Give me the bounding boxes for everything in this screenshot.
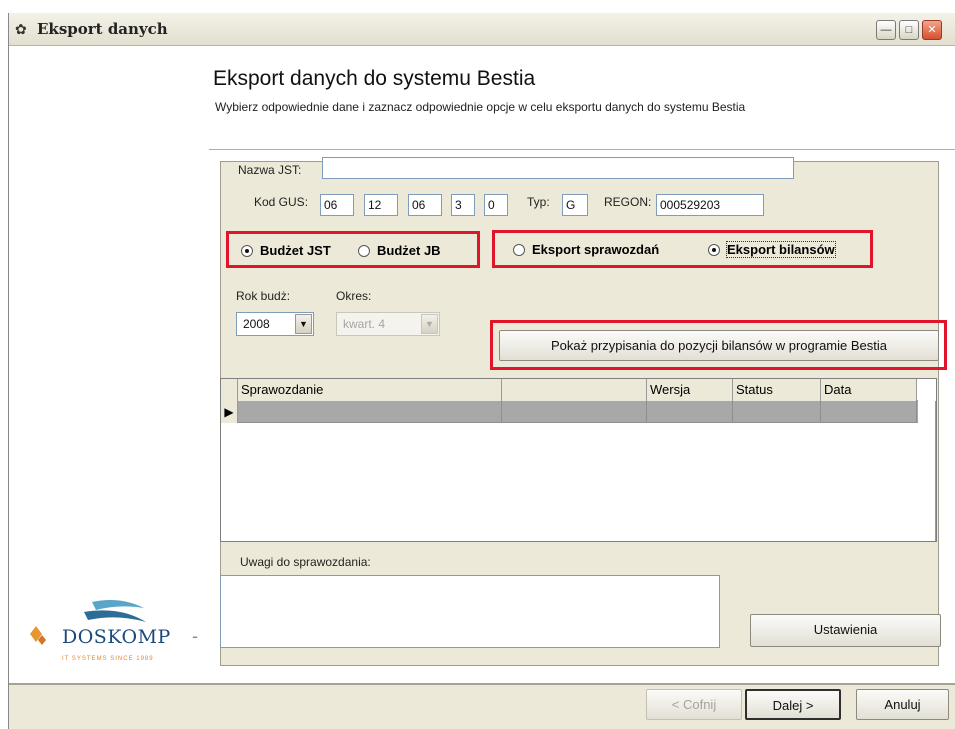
radio-unselected-icon bbox=[358, 244, 370, 257]
window-title: Eksport danych bbox=[37, 20, 168, 38]
okres-label: Okres: bbox=[336, 289, 372, 303]
radio-unselected-icon bbox=[513, 243, 525, 256]
notes-label: Uwagi do sprawozdania: bbox=[240, 555, 371, 569]
column-header-status[interactable]: Status bbox=[733, 379, 821, 401]
rok-budz-select[interactable]: 2008 ▼ bbox=[236, 312, 314, 336]
typ-label: Typ: bbox=[527, 195, 550, 209]
table-cell[interactable] bbox=[821, 401, 917, 423]
table-cell[interactable] bbox=[238, 401, 502, 423]
budzet-jst-label: Budżet JST bbox=[260, 243, 331, 258]
column-header-blank[interactable] bbox=[502, 379, 647, 401]
table-cell[interactable] bbox=[733, 401, 821, 423]
maximize-button[interactable]: □ bbox=[899, 20, 919, 40]
rok-budz-value: 2008 bbox=[243, 317, 270, 331]
rok-budz-label: Rok budż: bbox=[236, 289, 291, 303]
regon-label: REGON: bbox=[604, 195, 652, 209]
column-header-data[interactable]: Data bbox=[821, 379, 917, 401]
table-cell[interactable] bbox=[647, 401, 733, 423]
cancel-button[interactable]: Anuluj bbox=[856, 689, 949, 720]
nazwa-jst-label: Nazwa JST: bbox=[238, 163, 302, 177]
radio-selected-icon bbox=[708, 243, 720, 256]
page-subtitle: Wybierz odpowiednie dane i zaznacz odpow… bbox=[215, 100, 746, 114]
regon-field[interactable]: 000529203 bbox=[656, 194, 764, 216]
show-mapping-button[interactable]: Pokaż przypisania do pozycji bilansów w … bbox=[499, 330, 939, 361]
close-button[interactable]: ✕ bbox=[922, 20, 942, 40]
footer-divider bbox=[9, 683, 955, 685]
nazwa-jst-field[interactable] bbox=[322, 157, 794, 179]
kod-gus-field-1[interactable]: 06 bbox=[320, 194, 354, 216]
table-scrollbar[interactable] bbox=[935, 401, 936, 541]
kod-gus-field-3[interactable]: 06 bbox=[408, 194, 442, 216]
radio-selected-icon bbox=[241, 244, 253, 257]
table-cell[interactable] bbox=[502, 401, 647, 423]
table-row[interactable]: ▶ bbox=[221, 401, 918, 423]
okres-select: kwart. 4 ▼ bbox=[336, 312, 440, 336]
eksport-bilansow-label: Eksport bilansów bbox=[726, 241, 836, 258]
minimize-button[interactable]: — bbox=[876, 20, 896, 40]
doskomp-logo: DOSKOMP - IT SYSTEMS SINCE 1989 bbox=[22, 596, 198, 674]
logo-wordmark: DOSKOMP bbox=[62, 626, 171, 648]
settings-button[interactable]: Ustawienia bbox=[750, 614, 941, 647]
kod-gus-field-5[interactable]: 0 bbox=[484, 194, 508, 216]
typ-field[interactable]: G bbox=[562, 194, 588, 216]
logo-tagline: IT SYSTEMS SINCE 1989 bbox=[62, 656, 154, 662]
notes-textarea[interactable] bbox=[220, 575, 720, 648]
table-header: Sprawozdanie Wersja Status Data bbox=[221, 379, 918, 401]
row-indicator-header bbox=[221, 379, 238, 401]
budzet-jb-radio[interactable]: Budżet JB bbox=[358, 243, 441, 258]
chevron-down-icon[interactable]: ▼ bbox=[295, 314, 312, 334]
row-pointer-icon: ▶ bbox=[221, 401, 238, 423]
eksport-sprawozdan-label: Eksport sprawozdań bbox=[532, 242, 660, 257]
budzet-jst-radio[interactable]: Budżet JST bbox=[241, 243, 331, 258]
chevron-down-icon: ▼ bbox=[421, 314, 438, 334]
next-button[interactable]: Dalej > bbox=[745, 689, 841, 720]
title-bar[interactable]: ✿ Eksport danych — □ ✕ bbox=[9, 13, 955, 46]
eksport-bilansow-radio[interactable]: Eksport bilansów bbox=[708, 241, 836, 258]
column-header-sprawozdanie[interactable]: Sprawozdanie bbox=[238, 379, 502, 401]
kod-gus-field-4[interactable]: 3 bbox=[451, 194, 475, 216]
column-header-wersja[interactable]: Wersja bbox=[647, 379, 733, 401]
reports-table: Sprawozdanie Wersja Status Data ▶ bbox=[220, 378, 937, 542]
page-title: Eksport danych do systemu Bestia bbox=[213, 67, 536, 90]
logo-dash: - bbox=[192, 626, 198, 646]
header-divider bbox=[209, 149, 955, 150]
kod-gus-field-2[interactable]: 12 bbox=[364, 194, 398, 216]
budzet-jb-label: Budżet JB bbox=[377, 243, 441, 258]
kod-gus-label: Kod GUS: bbox=[254, 195, 309, 209]
eksport-sprawozdan-radio[interactable]: Eksport sprawozdań bbox=[513, 242, 659, 257]
okres-value: kwart. 4 bbox=[343, 317, 386, 331]
back-button: < Cofnij bbox=[646, 689, 742, 720]
app-icon: ✿ bbox=[15, 21, 27, 37]
